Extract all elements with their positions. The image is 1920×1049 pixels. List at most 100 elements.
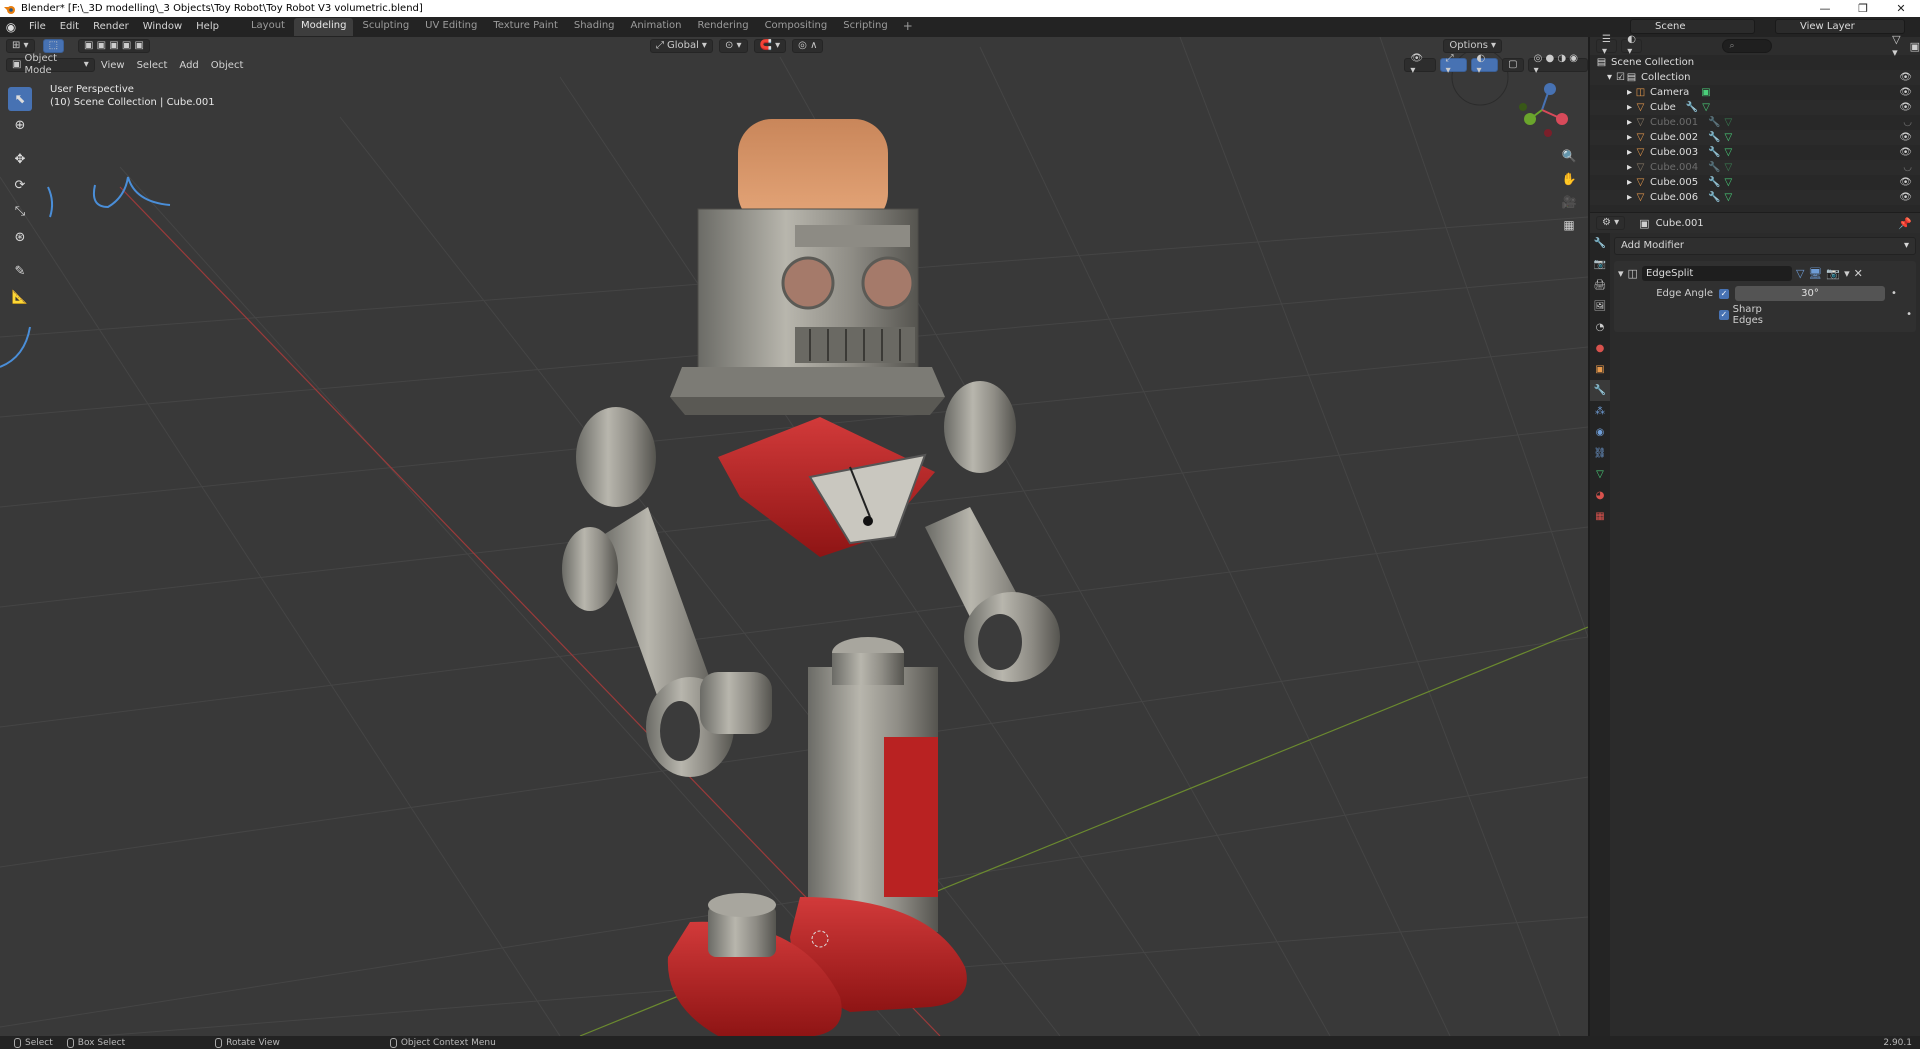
tab-animation[interactable]: Animation bbox=[624, 18, 689, 36]
outliner-item-cube-003[interactable]: ▸ ▽ Cube.003 🔧 ▽ 👁 bbox=[1590, 145, 1920, 160]
scale-tool-icon[interactable]: ⤡ bbox=[8, 199, 32, 223]
hidden-eye-icon[interactable]: ◡ bbox=[1903, 162, 1912, 173]
viewport-menu-select[interactable]: Select bbox=[131, 60, 174, 71]
transform-tool-icon[interactable]: ⊛ bbox=[8, 225, 32, 249]
3d-viewport[interactable]: ⊞ ▾ ⬚ ▣ ▣ ▣ ▣ ▣ ⤢ Global ▾ ⊙ ▾ 🧲 ▾ ◎ ∧ O… bbox=[0, 37, 1588, 1036]
add-workspace-button[interactable]: + bbox=[897, 18, 919, 36]
view-layer-selector[interactable]: View Layer bbox=[1775, 19, 1905, 34]
display-mode-dropdown[interactable]: ◐ ▾ bbox=[1621, 34, 1643, 57]
transform-orientation-dropdown[interactable]: ⤢ Global ▾ bbox=[650, 39, 713, 53]
blender-menu-icon[interactable]: ◉ bbox=[0, 20, 22, 34]
scene-selector[interactable]: Scene bbox=[1630, 19, 1755, 34]
menu-edit[interactable]: Edit bbox=[53, 17, 86, 37]
snap-toggle[interactable]: 🧲 ▾ bbox=[753, 39, 787, 53]
outliner-item-cube-005[interactable]: ▸ ▽ Cube.005 🔧 ▽ 👁 bbox=[1590, 175, 1920, 190]
expand-arrow-icon[interactable]: ▸ bbox=[1624, 117, 1635, 128]
selection-mode-buttons[interactable]: ▣ ▣ ▣ ▣ ▣ bbox=[78, 39, 150, 53]
tab-shading[interactable]: Shading bbox=[567, 18, 622, 36]
pan-hand-icon[interactable]: ✋ bbox=[1558, 168, 1580, 190]
proportional-edit-toggle[interactable]: ◎ ∧ bbox=[792, 39, 824, 53]
mode-dropdown[interactable]: ▣ Object Mode ▾ bbox=[6, 53, 95, 76]
outliner-item-cube[interactable]: ▸ ▽ Cube 🔧 ▽ 👁 bbox=[1590, 100, 1920, 115]
viewport-menu-object[interactable]: Object bbox=[205, 60, 250, 71]
object-tab-icon[interactable]: ▣ bbox=[1590, 359, 1610, 380]
ortho-grid-icon[interactable]: ▦ bbox=[1558, 214, 1580, 236]
view-layer-tab-icon[interactable]: 🖼 bbox=[1590, 296, 1610, 317]
expand-arrow-icon[interactable]: ▸ bbox=[1624, 177, 1635, 188]
visibility-eye-icon[interactable]: 👁 bbox=[1899, 102, 1912, 113]
expand-arrow-icon[interactable]: ▸ bbox=[1624, 102, 1635, 113]
world-tab-icon[interactable]: ● bbox=[1590, 338, 1610, 359]
editor-type-button[interactable]: ⊞ ▾ bbox=[6, 39, 35, 53]
overlays-toggle[interactable]: ◐ ▾ bbox=[1470, 53, 1499, 76]
tool-tab-icon[interactable]: 🔧 bbox=[1590, 233, 1610, 254]
cursor-tool-icon[interactable]: ⊕ bbox=[8, 113, 32, 137]
measure-tool-icon[interactable]: 📐 bbox=[8, 285, 32, 309]
tab-uv-editing[interactable]: UV Editing bbox=[418, 18, 484, 36]
viewport-menu-add[interactable]: Add bbox=[173, 60, 204, 71]
zoom-icon[interactable]: 🔍 bbox=[1558, 145, 1580, 167]
outliner-item-camera[interactable]: ▸ ◫ Camera ▣ 👁 bbox=[1590, 85, 1920, 100]
menu-file[interactable]: File bbox=[22, 17, 53, 37]
visibility-eye-icon[interactable]: 👁 bbox=[1899, 192, 1912, 203]
pin-icon[interactable]: 📌 bbox=[1898, 217, 1912, 230]
output-tab-icon[interactable]: 🖨 bbox=[1590, 275, 1610, 296]
visibility-eye-icon[interactable]: 👁 bbox=[1899, 87, 1912, 98]
select-mode-icon[interactable]: ⬚ bbox=[42, 39, 65, 53]
remove-modifier-icon[interactable]: ✕ bbox=[1854, 267, 1863, 280]
add-modifier-dropdown[interactable]: Add Modifier ▾ bbox=[1614, 237, 1916, 255]
material-tab-icon[interactable]: ◕ bbox=[1590, 485, 1610, 506]
scene-tab-icon[interactable]: ◔ bbox=[1590, 317, 1610, 338]
tab-rendering[interactable]: Rendering bbox=[690, 18, 755, 36]
keyframe-dot-icon[interactable]: • bbox=[1906, 309, 1912, 320]
expand-arrow-icon[interactable]: ▾ bbox=[1604, 72, 1615, 83]
minimize-button[interactable]: — bbox=[1806, 0, 1844, 17]
expand-arrow-icon[interactable]: ▸ bbox=[1624, 162, 1635, 173]
render-toggle-icon[interactable]: 📷 bbox=[1826, 267, 1840, 280]
tab-compositing[interactable]: Compositing bbox=[758, 18, 835, 36]
options-dropdown[interactable]: Options ▾ bbox=[1443, 39, 1503, 53]
outliner-item-cube-004[interactable]: ▸ ▽ Cube.004 🔧 ▽ ◡ bbox=[1590, 160, 1920, 175]
visibility-eye-icon[interactable]: 👁 bbox=[1899, 132, 1912, 143]
expand-arrow-icon[interactable]: ▸ bbox=[1624, 132, 1635, 143]
outliner-search-input[interactable]: ⌕ bbox=[1722, 39, 1773, 53]
gizmo-toggle[interactable]: ⤢ ▾ bbox=[1439, 53, 1467, 76]
texture-tab-icon[interactable]: ▦ bbox=[1590, 506, 1610, 527]
properties-editor-type-button[interactable]: ⚙ ▾ bbox=[1596, 216, 1626, 230]
outliner-item-cube-001[interactable]: ▸ ▽ Cube.001 🔧 ▽ ◡ bbox=[1590, 115, 1920, 130]
viewport-toggle-icon[interactable]: 🖥 bbox=[1808, 267, 1822, 280]
close-button[interactable]: ✕ bbox=[1882, 0, 1920, 17]
move-tool-icon[interactable]: ✥ bbox=[8, 147, 32, 171]
tab-scripting[interactable]: Scripting bbox=[836, 18, 894, 36]
particles-tab-icon[interactable]: ⁂ bbox=[1590, 401, 1610, 422]
tab-layout[interactable]: Layout bbox=[244, 18, 292, 36]
modifier-tab-icon[interactable]: 🔧 bbox=[1590, 380, 1610, 401]
pivot-point-dropdown[interactable]: ⊙ ▾ bbox=[718, 39, 748, 53]
tab-texture-paint[interactable]: Texture Paint bbox=[486, 18, 565, 36]
expand-arrow-icon[interactable]: ▸ bbox=[1624, 87, 1635, 98]
visibility-eye-icon[interactable]: 👁 bbox=[1899, 147, 1912, 158]
new-collection-icon[interactable]: ▣ bbox=[1910, 40, 1920, 53]
visibility-dropdown[interactable]: 👁 ▾ bbox=[1404, 53, 1436, 76]
outliner-item-cube-002[interactable]: ▸ ▽ Cube.002 🔧 ▽ 👁 bbox=[1590, 130, 1920, 145]
expand-arrow-icon[interactable]: ▸ bbox=[1624, 192, 1635, 203]
visibility-eye-icon[interactable]: 👁 bbox=[1899, 72, 1912, 83]
expand-arrow-icon[interactable]: ▸ bbox=[1624, 147, 1635, 158]
sharp-edges-checkbox[interactable]: ✓ bbox=[1719, 309, 1729, 320]
modifier-name-field[interactable]: EdgeSplit bbox=[1641, 265, 1792, 281]
editmode-toggle-icon[interactable]: ▽ bbox=[1796, 267, 1804, 280]
outliner-collection[interactable]: ▾ ☑ ▤ Collection 👁 bbox=[1590, 70, 1920, 85]
checkbox-icon[interactable]: ☑ bbox=[1615, 72, 1626, 83]
xray-toggle[interactable]: ▢ bbox=[1502, 58, 1524, 72]
edge-angle-slider[interactable]: 30° bbox=[1735, 286, 1885, 301]
keyframe-dot-icon[interactable]: • bbox=[1891, 288, 1897, 299]
viewport-menu-view[interactable]: View bbox=[95, 60, 131, 71]
visibility-eye-icon[interactable]: 👁 bbox=[1899, 177, 1912, 188]
rotate-tool-icon[interactable]: ⟳ bbox=[8, 173, 32, 197]
tab-sculpting[interactable]: Sculpting bbox=[355, 18, 416, 36]
menu-window[interactable]: Window bbox=[136, 17, 189, 37]
outliner-editor-type-button[interactable]: ☰ ▾ bbox=[1596, 34, 1618, 57]
menu-render[interactable]: Render bbox=[86, 17, 136, 37]
data-tab-icon[interactable]: ▽ bbox=[1590, 464, 1610, 485]
collapse-arrow-icon[interactable]: ▾ bbox=[1618, 267, 1624, 280]
